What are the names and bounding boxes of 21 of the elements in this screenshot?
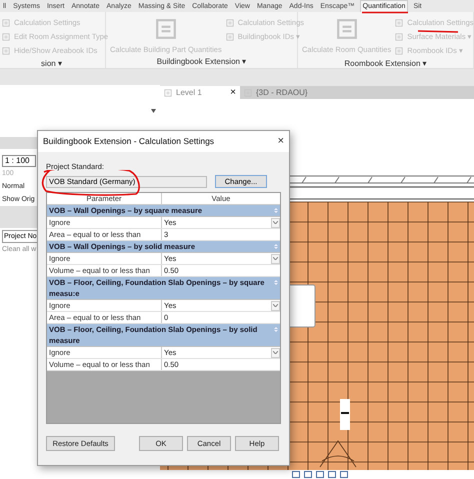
- drawing-tab[interactable]: Level 1 ×: [160, 86, 240, 99]
- panel-title[interactable]: Roombook Extension ▾: [298, 58, 473, 70]
- document-icon: [395, 19, 404, 27]
- document-icon: [226, 19, 234, 27]
- document-icon: [336, 18, 358, 40]
- document-icon: [226, 33, 234, 41]
- document-icon: [395, 33, 404, 41]
- document-icon: [2, 33, 10, 41]
- panel-title[interactable]: Buildingbook Extension ▾: [106, 56, 297, 68]
- close-icon[interactable]: ×: [230, 85, 236, 100]
- document-icon: [2, 19, 10, 27]
- dialog-title: Buildingbook Extension - Calculation Settings: [43, 135, 214, 148]
- document-icon: [164, 88, 172, 96]
- caret-icon[interactable]: [151, 109, 156, 113]
- document-icon: [395, 47, 404, 55]
- close-icon[interactable]: ×: [278, 133, 284, 150]
- panel-title[interactable]: sion ▾: [0, 58, 105, 70]
- document-icon: [2, 47, 10, 55]
- scale-field[interactable]: 1 : 100: [2, 155, 36, 167]
- drawing-tab[interactable]: {3D - RDAOU}: [240, 86, 474, 99]
- document-icon: [154, 18, 177, 40]
